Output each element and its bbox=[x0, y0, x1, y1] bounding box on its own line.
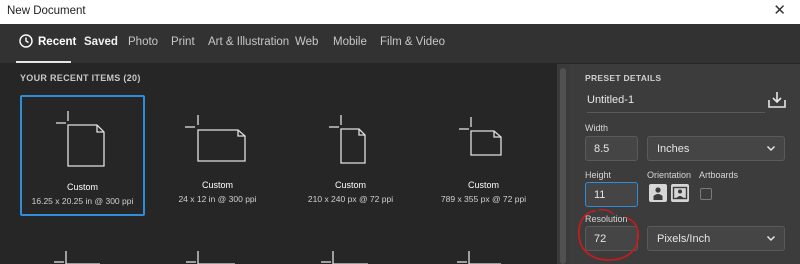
landscape-orientation-button[interactable] bbox=[671, 184, 689, 202]
width-unit-value: Inches bbox=[657, 143, 690, 155]
portrait-orientation-button[interactable] bbox=[649, 184, 667, 202]
orientation-label: Orientation bbox=[647, 170, 692, 180]
resolution-input[interactable]: 72 bbox=[585, 226, 638, 251]
recent-item-name: Custom bbox=[66, 182, 98, 192]
landscape-person-icon bbox=[672, 186, 688, 200]
tab-photo[interactable]: Photo bbox=[128, 36, 158, 48]
preset-name-underline bbox=[587, 112, 765, 113]
width-input[interactable]: 8.5 bbox=[585, 136, 638, 161]
portrait-person-icon bbox=[653, 187, 663, 200]
close-icon[interactable]: ✕ bbox=[773, 2, 786, 20]
height-input[interactable]: 11 bbox=[585, 182, 638, 207]
tab-saved[interactable]: Saved bbox=[84, 36, 118, 48]
artboards-checkbox[interactable] bbox=[700, 188, 712, 200]
recent-items-title: YOUR RECENT ITEMS (20) bbox=[20, 73, 141, 83]
save-preset-icon[interactable] bbox=[766, 89, 788, 111]
window-titlebar: New Document ✕ bbox=[0, 0, 800, 24]
document-thumbnail-icon bbox=[321, 251, 368, 264]
recent-items-scrollbar[interactable] bbox=[557, 64, 569, 264]
document-thumbnail-icon bbox=[186, 251, 235, 264]
resolution-unit-value: Pixels/Inch bbox=[657, 233, 711, 245]
recent-item-size: 16.25 x 20.25 in @ 300 ppi bbox=[31, 196, 134, 206]
document-thumbnail-icon bbox=[54, 251, 100, 264]
chevron-down-icon bbox=[766, 235, 776, 242]
chevron-down-icon bbox=[766, 145, 776, 152]
height-label: Height bbox=[585, 170, 612, 180]
scrollbar-thumb[interactable] bbox=[560, 68, 566, 264]
tab-mobile[interactable]: Mobile bbox=[333, 36, 367, 48]
tab-film-video[interactable]: Film & Video bbox=[380, 36, 445, 48]
width-unit-select[interactable]: Inches bbox=[647, 136, 785, 161]
recent-item[interactable]: Custom 24 x 12 in @ 300 ppi bbox=[155, 95, 280, 216]
artboards-label: Artboards bbox=[699, 170, 739, 180]
recent-item[interactable]: Custom 16.25 x 20.25 in @ 300 ppi bbox=[20, 95, 145, 216]
recent-item-size: 789 x 355 px @ 72 ppi bbox=[440, 194, 527, 204]
window-title: New Document bbox=[7, 5, 86, 17]
recent-item-name: Custom bbox=[467, 180, 499, 190]
preset-details-header: PRESET DETAILS bbox=[585, 73, 662, 83]
tab-recent[interactable]: Recent bbox=[38, 36, 76, 48]
preset-name-input[interactable]: Untitled-1 bbox=[587, 94, 634, 106]
recent-items-area: YOUR RECENT ITEMS (20) Custom 16.25 x 20… bbox=[0, 64, 557, 264]
resolution-label: Resolution bbox=[585, 214, 628, 224]
resolution-unit-select[interactable]: Pixels/Inch bbox=[647, 226, 785, 251]
recent-item-size: 210 x 240 px @ 72 ppi bbox=[307, 194, 394, 204]
recent-item[interactable]: Custom 210 x 240 px @ 72 ppi bbox=[288, 95, 413, 216]
preset-details-panel: PRESET DETAILS Untitled-1 Width 8.5 Inch… bbox=[569, 64, 800, 264]
tab-web[interactable]: Web bbox=[295, 36, 318, 48]
recent-item-name: Custom bbox=[201, 180, 233, 190]
width-label: Width bbox=[585, 123, 609, 133]
tab-art-illustration[interactable]: Art & Illustration bbox=[208, 36, 289, 48]
recent-item[interactable]: Custom 789 x 355 px @ 72 ppi bbox=[421, 95, 546, 216]
recent-item-name: Custom bbox=[334, 180, 366, 190]
clock-icon bbox=[19, 34, 33, 48]
tab-print[interactable]: Print bbox=[171, 36, 195, 48]
category-tabs: Recent Saved Photo Print Art & Illustrat… bbox=[0, 24, 800, 64]
document-thumbnail-icon bbox=[457, 251, 501, 264]
recent-item-size: 24 x 12 in @ 300 ppi bbox=[178, 194, 257, 204]
